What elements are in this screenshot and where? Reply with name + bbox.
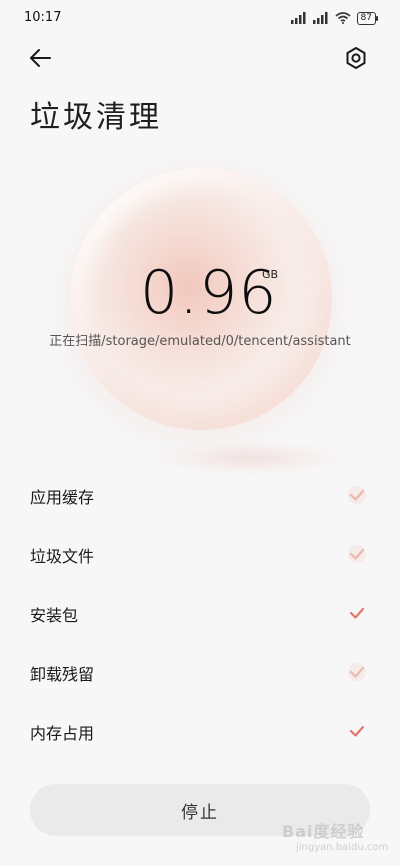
list-item-uninstall-residue[interactable]: 卸载残留 [0,643,400,702]
check-faded-icon [346,661,368,683]
check-icon [346,720,368,742]
list-item-label: 垃圾文件 [30,547,95,566]
status-icons: 87 [290,9,379,28]
list-item-label: 内存占用 [30,724,95,743]
list-item-memory-usage[interactable]: 内存占用 [0,702,400,761]
arrow-left-icon [26,49,54,76]
category-list: 应用缓存 垃圾文件 安装包 卸载残留 内存占用 [0,466,400,761]
list-item-app-cache[interactable]: 应用缓存 [0,466,400,525]
junk-size-unit: GB [262,268,279,281]
scan-path-text: 正在扫描/storage/emulated/0/tencent/assistan… [49,334,351,349]
battery-icon: 87 [356,12,379,25]
list-item-junk-files[interactable]: 垃圾文件 [0,525,400,584]
settings-button[interactable] [340,42,372,74]
back-button[interactable] [26,44,58,72]
wifi-icon [335,9,351,28]
list-item-label: 安装包 [30,606,79,625]
gear-icon [340,47,372,78]
status-bar: 10:17 87 [0,0,400,36]
check-faded-icon [346,543,368,565]
signal-icon [290,9,307,28]
list-item-install-packages[interactable]: 安装包 [0,584,400,643]
list-item-label: 卸载残留 [30,665,95,684]
check-faded-icon [346,484,368,506]
check-icon [346,602,368,624]
signal-icon [312,9,329,28]
junk-size-value: 0.96 [140,258,278,328]
watermark-url: jingyan.baidu.com [296,842,389,853]
watermark-logo: Bai度经验 [282,822,365,841]
list-item-label: 应用缓存 [30,488,95,507]
page-title: 垃圾清理 [30,100,162,135]
status-time: 10:17 [24,10,62,25]
